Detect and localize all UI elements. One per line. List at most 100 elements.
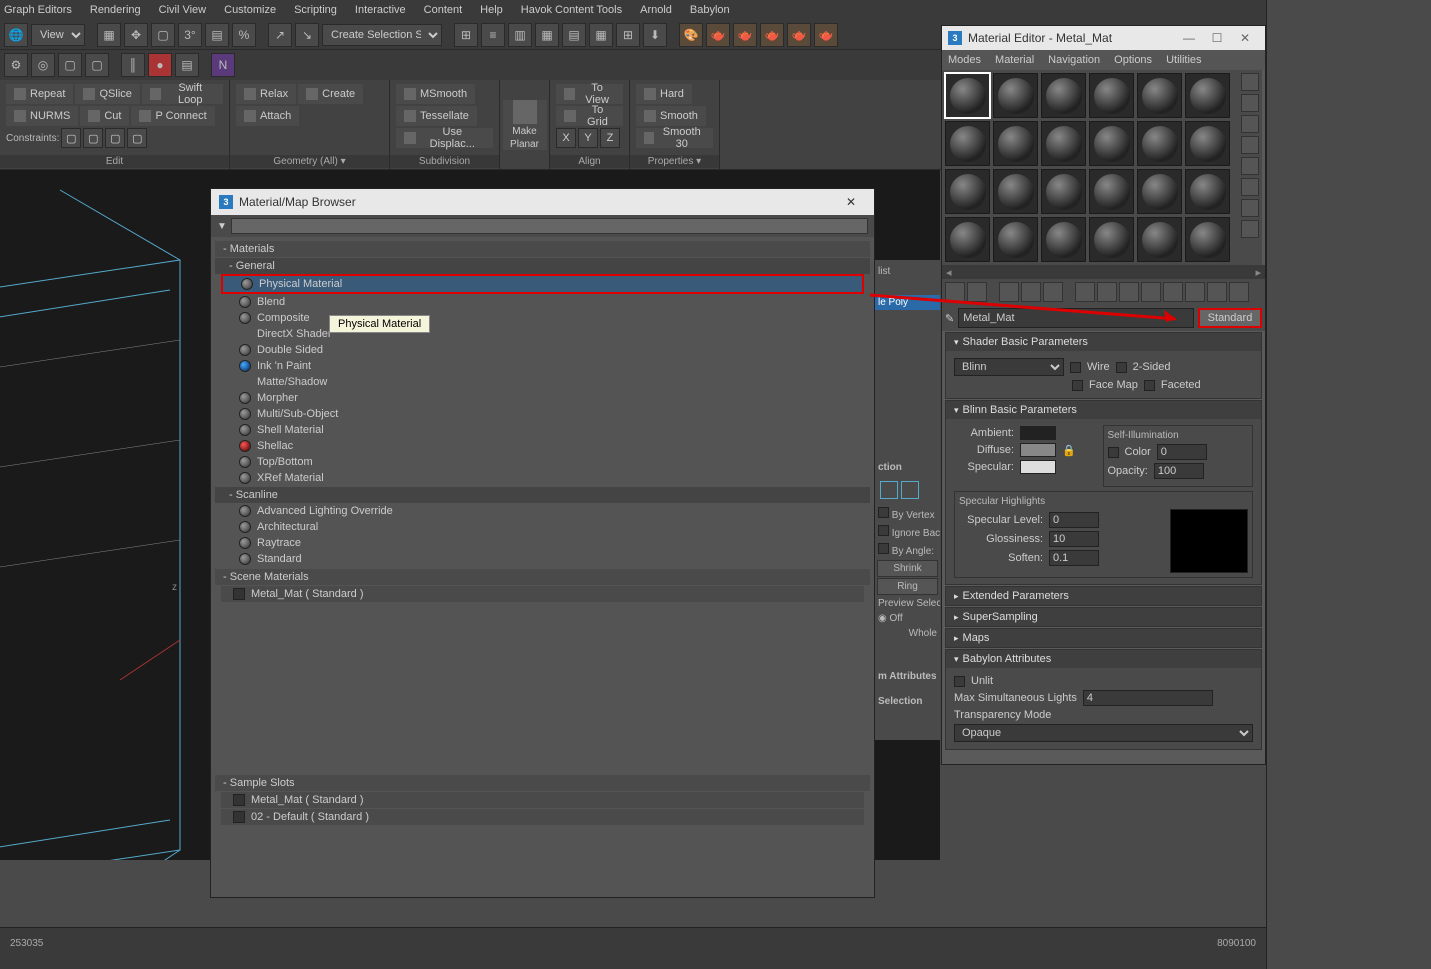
menu-item[interactable]: Interactive [355,4,406,16]
rollout-header[interactable]: SuperSampling [946,608,1261,626]
globe-icon[interactable]: 🌐 [4,23,28,47]
axis-y-button[interactable]: Y [578,128,598,148]
gloss-spinner[interactable] [1049,531,1099,547]
swiftloop-button[interactable]: Swift Loop [142,84,223,104]
close-icon[interactable]: ✕ [836,192,866,212]
me-tool[interactable] [1043,282,1063,302]
sample-slot[interactable] [945,73,990,118]
material-item[interactable]: DirectX Shader [221,326,864,342]
smooth-button[interactable]: Smooth [636,106,706,126]
slots-scrollbar[interactable]: ◂▸ [942,265,1265,279]
material-type-button[interactable]: Standard [1198,308,1262,328]
unlit-checkbox[interactable] [954,676,965,687]
constraint-btn[interactable]: ▢ [61,128,81,148]
sample-slot[interactable] [993,217,1038,262]
label[interactable]: By Angle: [875,541,940,559]
material-item[interactable]: Double Sided [221,342,864,358]
sample-slot[interactable] [1137,121,1182,166]
nurms-button[interactable]: NURMS [6,106,78,126]
qslice-button[interactable]: QSlice [75,84,139,104]
percent-icon[interactable]: % [232,23,256,47]
dialog-titlebar[interactable]: 3 Material/Map Browser ✕ [211,189,874,215]
teapot-icon[interactable]: 🫖 [706,23,730,47]
axis-z-button[interactable]: Z [600,128,620,148]
tool-btn[interactable]: ║ [121,53,145,77]
teapot-icon[interactable]: 🫖 [760,23,784,47]
scene-material-item[interactable]: Metal_Mat ( Standard ) [221,586,864,602]
pconnect-button[interactable]: P Connect [131,106,214,126]
me-tool[interactable] [1141,282,1161,302]
sample-slot[interactable] [1137,73,1182,118]
sample-slot[interactable] [1089,169,1134,214]
specular-swatch[interactable] [1020,460,1056,474]
material-item[interactable]: Top/Bottom [221,454,864,470]
material-item[interactable]: Shell Material [221,422,864,438]
me-tool[interactable] [1097,282,1117,302]
side-tool[interactable] [1241,178,1259,196]
sample-slot[interactable] [993,169,1038,214]
me-tool[interactable] [1075,282,1095,302]
sample-slot[interactable] [945,217,990,262]
tool-btn[interactable]: ▥ [508,23,532,47]
tessellate-button[interactable]: Tessellate [396,106,477,126]
command-panel[interactable] [1266,0,1431,969]
menu-item[interactable]: Arnold [640,4,672,16]
shader-dropdown[interactable]: Blinn [954,358,1064,376]
category-scene-materials[interactable]: Scene Materials [215,569,870,585]
sample-slot[interactable] [1185,169,1230,214]
sample-slot-item[interactable]: 02 - Default ( Standard ) [221,809,864,825]
material-item[interactable]: Advanced Lighting Override [221,503,864,519]
facemap-checkbox[interactable] [1072,380,1083,391]
material-item[interactable]: Matte/Shadow [221,374,864,390]
shrink-button[interactable]: Shrink [877,560,938,577]
teapot-icon[interactable]: 🫖 [733,23,757,47]
view-dropdown[interactable]: View [31,24,85,46]
menu-item[interactable]: Babylon [690,4,730,16]
menu-item[interactable]: Scripting [294,4,337,16]
menu-item[interactable]: Navigation [1048,54,1100,66]
togrid-button[interactable]: To Grid [556,106,623,126]
menu-item[interactable]: Utilities [1166,54,1201,66]
sample-slot[interactable] [1089,121,1134,166]
me-tool[interactable] [1185,282,1205,302]
color-spinner[interactable] [1157,444,1207,460]
ambient-swatch[interactable] [1020,426,1056,440]
rollout-header[interactable]: Maps [946,629,1261,647]
me-tool[interactable] [1229,282,1249,302]
selection-set-dropdown[interactable]: Create Selection Se [322,24,442,46]
sample-slot[interactable] [993,121,1038,166]
minimize-icon[interactable]: — [1175,29,1203,47]
speclevel-spinner[interactable] [1049,512,1099,528]
label[interactable]: By Vertex [875,505,940,523]
menu-item[interactable]: Content [424,4,463,16]
me-tool[interactable] [1021,282,1041,302]
me-tool[interactable] [1163,282,1183,302]
create-button[interactable]: Create [298,84,363,104]
me-tool[interactable] [1119,282,1139,302]
material-name-input[interactable] [958,308,1194,328]
sample-slot[interactable] [1089,217,1134,262]
side-tool[interactable] [1241,136,1259,154]
tool-btn[interactable]: ◎ [31,53,55,77]
tool-btn[interactable]: ▢ [58,53,82,77]
subcategory-scanline[interactable]: Scanline [215,487,870,503]
sample-slot[interactable] [945,169,990,214]
me-tool[interactable] [967,282,987,302]
sample-slot[interactable] [1041,169,1086,214]
teapot-icon[interactable]: 🫖 [787,23,811,47]
material-item[interactable]: Shellac [221,438,864,454]
tool-btn[interactable]: ▦ [535,23,559,47]
material-item-physical[interactable]: Physical Material [221,274,864,294]
dropdown-icon[interactable]: ▼ [217,221,227,232]
opacity-spinner[interactable] [1154,463,1204,479]
constraint-btn[interactable]: ▢ [105,128,125,148]
menu-item[interactable]: Modes [948,54,981,66]
menu-item[interactable]: Rendering [90,4,141,16]
repeat-button[interactable]: Repeat [6,84,73,104]
sample-slot[interactable] [1041,217,1086,262]
cut-button[interactable]: Cut [80,106,129,126]
move-icon[interactable]: ✥ [124,23,148,47]
label[interactable]: Ignore Bac [875,523,940,541]
material-item[interactable]: Blend [221,294,864,310]
toview-button[interactable]: To View [556,84,623,104]
